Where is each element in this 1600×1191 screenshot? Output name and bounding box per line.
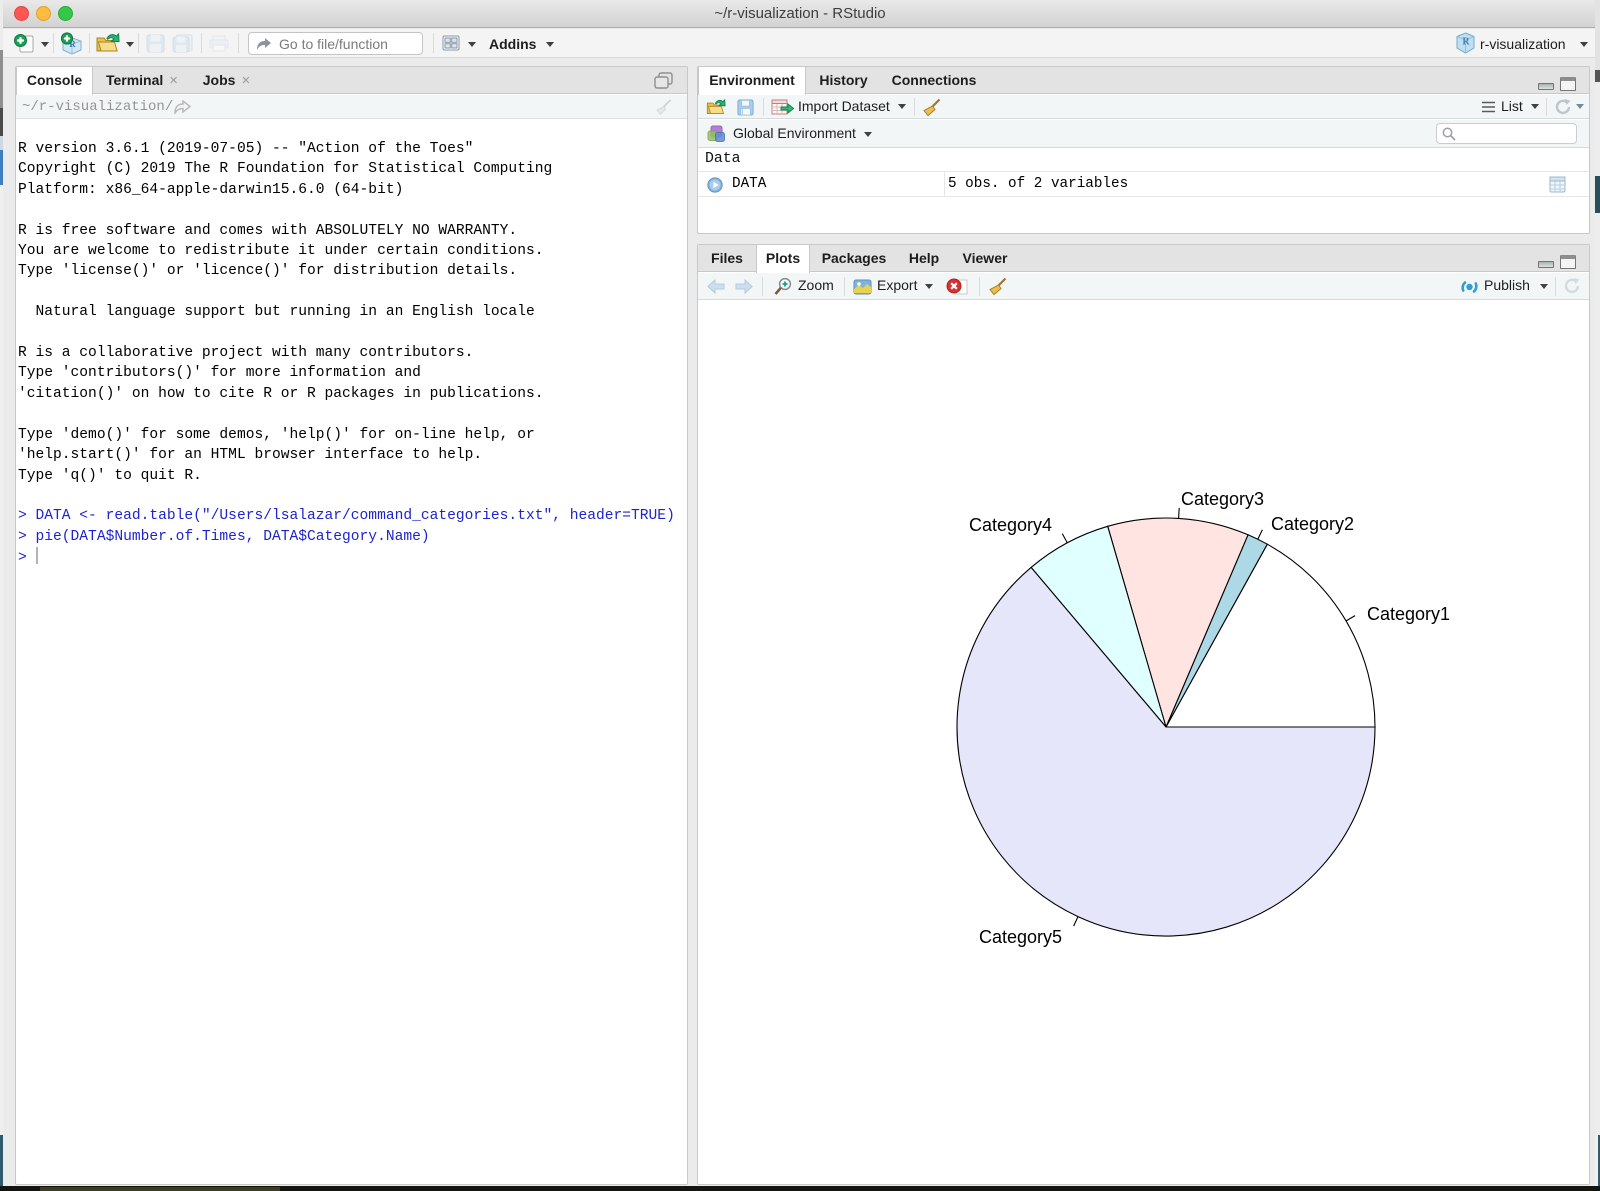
svg-text:Category3: Category3 [1181, 489, 1264, 509]
svg-text:Category1: Category1 [1367, 604, 1450, 624]
svg-text:R: R [1462, 37, 1470, 48]
svg-text:Category4: Category4 [969, 515, 1052, 535]
svg-text:Category2: Category2 [1271, 514, 1354, 534]
svg-text:Category5: Category5 [979, 927, 1062, 947]
